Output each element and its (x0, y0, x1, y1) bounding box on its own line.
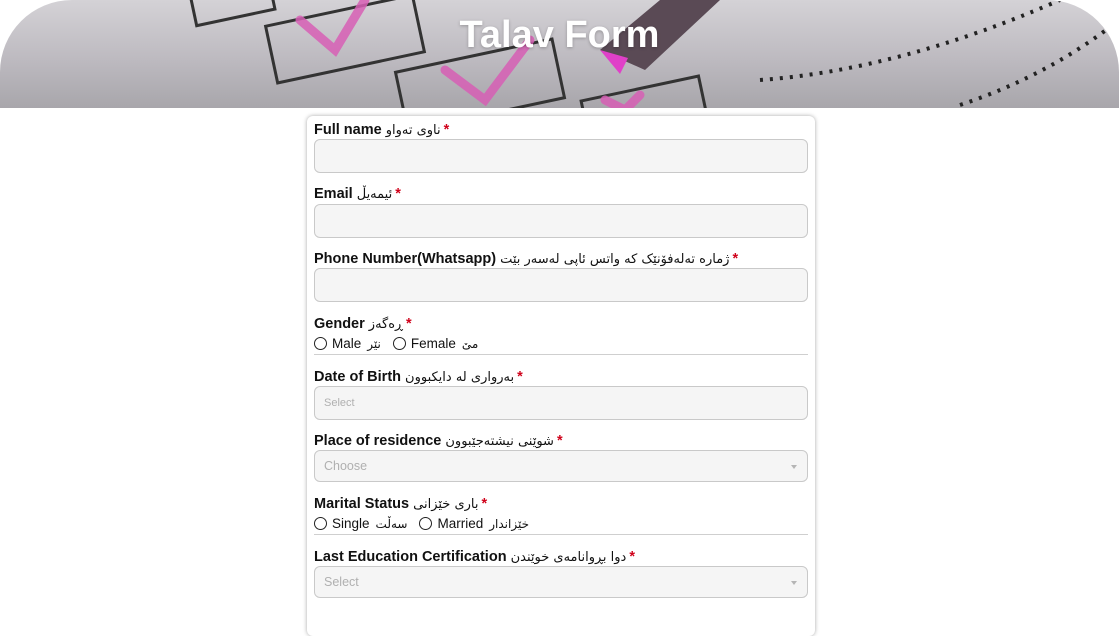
gender-group: Gender ڕەگەز * Male نێر Female مێ (314, 316, 808, 355)
residence-group: Place of residence شوێنی نیشتەجێبوون * Ch… (314, 433, 808, 482)
divider (314, 534, 808, 535)
gender-option-female[interactable]: Female مێ (392, 336, 478, 351)
dob-label: Date of Birth بەرواری لە دایکبوون * (314, 369, 523, 385)
gender-radio-group: Male نێر Female مێ (314, 336, 490, 351)
full-name-input[interactable] (314, 139, 808, 173)
gender-label: Gender ڕەگەز * (314, 316, 412, 332)
chevron-down-icon (791, 465, 797, 469)
full-name-group: Full name ناوی تەواو * (314, 122, 808, 173)
marital-option-single[interactable]: Single سەڵت (314, 516, 407, 531)
dob-group: Date of Birth بەرواری لە دایکبوون * Selec… (314, 369, 808, 420)
form-card: Full name ناوی تەواو * Email ئیمەیڵ * Phon… (307, 116, 815, 636)
marital-group: Marital Status باری خێزانی * Single سەڵت … (314, 496, 808, 535)
full-name-label: Full name ناوی تەواو * (314, 122, 450, 138)
radio-circle-icon[interactable] (314, 337, 327, 350)
radio-circle-icon[interactable] (419, 517, 433, 530)
chevron-down-icon (791, 581, 797, 585)
email-input[interactable] (314, 204, 808, 238)
email-label: Email ئیمەیڵ * (314, 186, 401, 202)
marital-radio-group: Single سەڵت Married خێزاندار (314, 516, 541, 531)
radio-circle-icon[interactable] (392, 337, 406, 350)
residence-label: Place of residence شوێنی نیشتەجێبوون * (314, 433, 563, 449)
phone-group: Phone Number(Whatsapp) ژمارە تەلەفۆنێک ک… (314, 251, 808, 302)
education-group: Last Education Certification دوا بڕوانام… (314, 549, 808, 598)
header-banner: Talav Form (0, 0, 1119, 108)
radio-circle-icon[interactable] (314, 517, 327, 530)
residence-select[interactable]: Choose (314, 450, 808, 482)
education-select[interactable]: Select (314, 566, 808, 598)
dob-date-picker[interactable]: Select (314, 386, 808, 420)
divider (314, 354, 808, 355)
page-title: Talav Form (459, 14, 660, 56)
email-group: Email ئیمەیڵ * (314, 186, 808, 238)
phone-input[interactable] (314, 268, 808, 302)
marital-option-married[interactable]: Married خێزاندار (419, 516, 529, 531)
gender-option-male[interactable]: Male نێر (314, 336, 381, 351)
education-label: Last Education Certification دوا بڕوانام… (314, 549, 635, 565)
marital-label: Marital Status باری خێزانی * (314, 496, 488, 512)
phone-label: Phone Number(Whatsapp) ژمارە تەلەفۆنێک ک… (314, 251, 739, 267)
